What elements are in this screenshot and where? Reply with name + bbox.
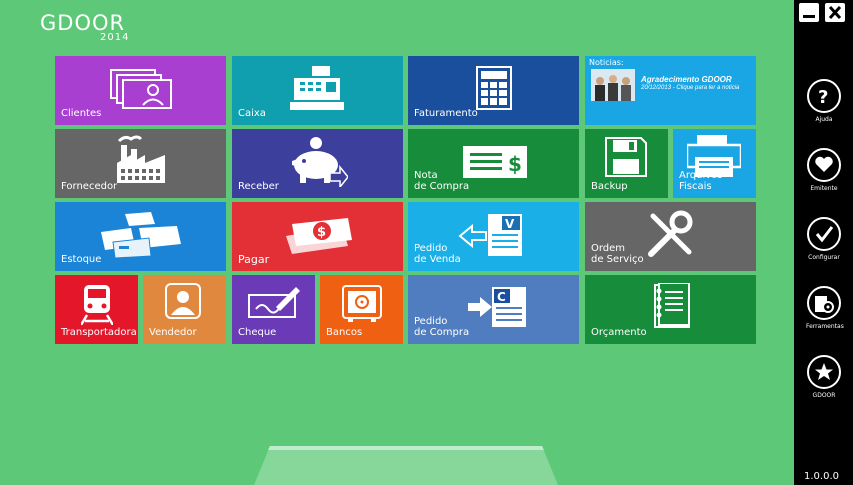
tile-vendedor-label: Vendedor: [149, 327, 197, 338]
clients-icon: [110, 69, 172, 109]
tile-vendedor[interactable]: Vendedor: [143, 275, 226, 344]
train-icon: [81, 285, 113, 325]
logo-year: 2014: [100, 32, 130, 43]
ferramentas-label: Ferramentas: [806, 323, 844, 330]
minimize-icon: [803, 15, 815, 18]
configurar-button[interactable]: Configurar: [806, 217, 842, 261]
purchase-order-icon: C: [468, 287, 526, 327]
tile-faturamento[interactable]: Faturamento: [408, 56, 579, 125]
gdoor-label: GDOOR: [812, 392, 836, 399]
emitente-label: Emitente: [810, 185, 838, 192]
heart-icon: [815, 156, 833, 172]
tile-pedido-venda-label: Pedido de Venda: [414, 243, 461, 265]
boxes-icon: [101, 212, 181, 258]
tile-nota-compra[interactable]: $ Nota de Compra: [408, 129, 579, 198]
configurar-label: Configurar: [808, 254, 840, 261]
tile-arquivos-fiscais-label: Arquivos Fiscais: [679, 170, 723, 192]
tile-ordem-servico-label: Ordem de Serviço: [591, 243, 644, 265]
tile-cheque-label: Cheque: [238, 327, 277, 338]
news-title: Agradecimento GDOOR: [641, 75, 732, 84]
ajuda-label: Ajuda: [815, 116, 833, 123]
cash-register-icon: [290, 66, 344, 110]
news-header: Noticias:: [589, 58, 624, 67]
tile-cheque[interactable]: Cheque: [232, 275, 315, 344]
sales-order-icon: V: [458, 214, 522, 256]
tile-faturamento-label: Faturamento: [414, 108, 478, 119]
tile-estoque[interactable]: Estoque: [55, 202, 226, 271]
close-button[interactable]: [825, 3, 845, 22]
gdoor-button[interactable]: GDOOR: [806, 355, 842, 399]
tile-pagar[interactable]: $ Pagar: [232, 202, 403, 271]
calculator-icon: [476, 66, 512, 110]
tile-caixa-label: Caixa: [238, 108, 266, 119]
emitente-button[interactable]: Emitente: [806, 148, 842, 192]
piggy-bank-icon: [292, 137, 348, 187]
right-sidebar: ? Ajuda Emitente Configurar Ferramentas …: [794, 0, 853, 485]
tile-estoque-label: Estoque: [61, 254, 102, 265]
svg-text:$: $: [508, 152, 522, 176]
tile-nota-compra-label: Nota de Compra: [414, 170, 470, 192]
tile-pedido-compra[interactable]: C Pedido de Compra: [408, 275, 579, 344]
tile-caixa[interactable]: Caixa: [232, 56, 403, 125]
svg-text:$: $: [317, 225, 326, 240]
logo-name: GDOOR: [40, 11, 126, 35]
news-subtitle: 20/12/2013 - Clique para ler a noticia: [641, 85, 740, 91]
notebook-icon: [654, 283, 690, 328]
pedestal-decoration: [254, 446, 558, 485]
tile-backup[interactable]: Backup: [585, 129, 668, 198]
money-icon: $: [286, 218, 352, 254]
tile-fornecedor-label: Fornecedor: [61, 181, 118, 192]
tile-bancos[interactable]: Bancos: [320, 275, 403, 344]
tile-arquivos-fiscais[interactable]: Arquivos Fiscais: [673, 129, 756, 198]
person-icon: [165, 283, 201, 319]
tile-ordem-servico[interactable]: Ordem de Serviço: [585, 202, 756, 271]
svg-text:C: C: [497, 290, 506, 304]
tile-receber[interactable]: Receber: [232, 129, 403, 198]
tools-gear-icon: [815, 296, 834, 313]
tile-receber-label: Receber: [238, 181, 279, 192]
version-label: 1.0.0.0: [804, 471, 839, 482]
tile-orcamento[interactable]: Orçamento: [585, 275, 756, 344]
star-icon: [815, 363, 833, 380]
factory-icon: [117, 135, 165, 183]
ajuda-button[interactable]: ? Ajuda: [806, 79, 842, 123]
news-tile[interactable]: Noticias: Agradecimento GDOOR 20/12/2013…: [585, 56, 756, 125]
tile-transportadora[interactable]: Transportadora: [55, 275, 138, 344]
svg-text:?: ?: [818, 87, 828, 106]
tools-icon: [648, 210, 693, 257]
ferramentas-button[interactable]: Ferramentas: [806, 286, 844, 330]
cheque-icon: [248, 287, 300, 318]
minimize-button[interactable]: [799, 3, 819, 22]
tile-clientes[interactable]: Clientes: [55, 56, 226, 125]
close-icon: [828, 5, 842, 20]
check-icon: [815, 226, 834, 243]
tile-clientes-label: Clientes: [61, 108, 102, 119]
gdoor-logo: GDOOR 2014: [40, 11, 128, 43]
tile-backup-label: Backup: [591, 181, 628, 192]
tile-pagar-label: Pagar: [238, 253, 270, 266]
tile-orcamento-label: Orçamento: [591, 327, 647, 338]
tile-fornecedor[interactable]: Fornecedor: [55, 129, 226, 198]
safe-icon: [342, 285, 382, 322]
invoice-icon: $: [463, 146, 527, 178]
tile-bancos-label: Bancos: [326, 327, 363, 338]
svg-text:V: V: [505, 217, 515, 231]
tile-pedido-compra-label: Pedido de Compra: [414, 316, 470, 338]
tile-transportadora-label: Transportadora: [61, 327, 137, 338]
news-photo: [591, 69, 635, 101]
floppy-disk-icon: [605, 137, 647, 177]
help-icon: ?: [818, 87, 828, 106]
tile-pedido-venda[interactable]: V Pedido de Venda: [408, 202, 579, 271]
